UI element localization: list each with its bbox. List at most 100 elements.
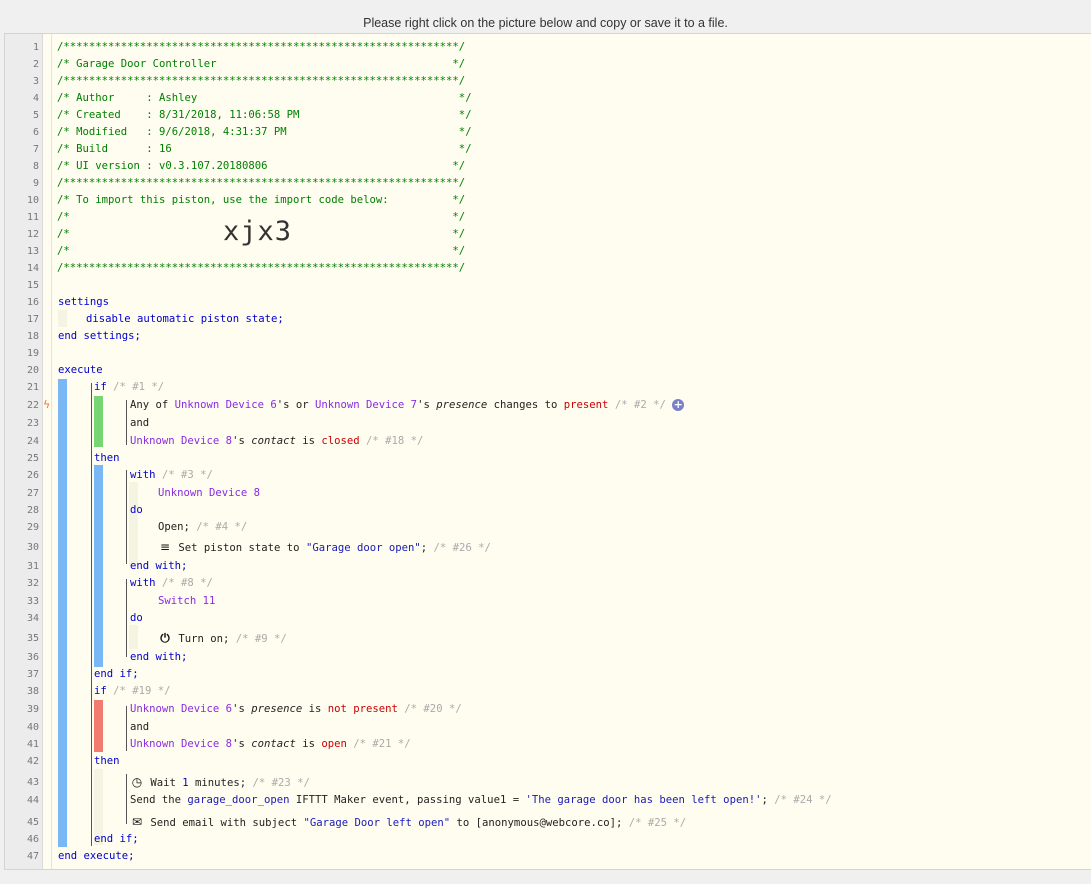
end-if-keyword: end if; xyxy=(94,668,139,680)
execute-keyword: execute xyxy=(58,364,103,376)
line-number: 29 xyxy=(26,522,39,533)
envelope-icon: ✉ xyxy=(131,815,143,829)
header-border: /***************************************… xyxy=(57,75,466,87)
line-number: 1 xyxy=(32,42,39,53)
line-number: 44 xyxy=(26,795,39,806)
line-number: 8 xyxy=(32,161,39,172)
open-command: Open; /* #4 */ xyxy=(158,521,248,533)
line-number: 43 xyxy=(26,777,39,788)
line-number: 17 xyxy=(26,314,39,325)
header-modified: /* Modified : 9/6/2018, 4:31:37 PM */ xyxy=(57,126,472,138)
line-number: 5 xyxy=(32,110,39,121)
line-number: 14 xyxy=(26,263,39,274)
line-number: 36 xyxy=(26,652,39,663)
if1-statement: if /* #1 */ xyxy=(94,381,165,393)
header-border: /***************************************… xyxy=(57,41,466,53)
line-number: 45 xyxy=(26,817,39,828)
condition-not-present: Unknown Device 6's presence is not prese… xyxy=(130,703,462,715)
with1-do-bar xyxy=(129,482,138,566)
line-number: 32 xyxy=(26,578,39,589)
turn-on-command: ⏻ Turn on; /* #9 */ xyxy=(158,631,287,646)
line-number: 25 xyxy=(26,453,39,464)
line-number: 47 xyxy=(26,851,39,862)
line-number: 4 xyxy=(32,93,39,104)
line-number: 34 xyxy=(26,613,39,624)
with2-do-bar xyxy=(129,625,138,649)
condition-contact-closed: Unknown Device 8's contact is closed /* … xyxy=(130,435,424,447)
lightning-icon: ϟ xyxy=(43,398,51,411)
condition-contact-open: Unknown Device 8's contact is open /* #2… xyxy=(130,738,411,750)
line-number: 21 xyxy=(26,382,39,393)
line-number: 9 xyxy=(32,178,39,189)
then-keyword: then xyxy=(94,755,120,767)
condition-presence: Any of Unknown Device 6's or Unknown Dev… xyxy=(130,398,685,411)
piston-code-view: 1 2 3 4 5 6 7 8 9 10 11 12 13 14 15 16 17 18 19 20 21 22 23 24 2… xyxy=(4,33,1091,870)
disable-setting: disable automatic piston state; xyxy=(86,313,284,325)
with2-device: Switch 11 xyxy=(158,595,216,607)
execute-block-bar xyxy=(58,379,67,847)
line-number: 15 xyxy=(26,280,39,291)
do-keyword: do xyxy=(130,504,143,516)
instruction-banner: Please right click on the picture below … xyxy=(363,16,728,30)
header-build: /* Build : 16 */ xyxy=(57,143,472,155)
line-number: 42 xyxy=(26,756,39,767)
end-execute-keyword: end execute; xyxy=(58,850,135,862)
line-number: 27 xyxy=(26,488,39,499)
line-number: 6 xyxy=(32,127,39,138)
add-condition-icon[interactable]: + xyxy=(672,399,685,411)
with1-bracket xyxy=(126,470,127,564)
line-number: 22 xyxy=(26,400,39,411)
line-number: 28 xyxy=(26,505,39,516)
line-number: 40 xyxy=(26,722,39,733)
if1-bracket xyxy=(91,383,92,846)
wait-command: ◷ Wait 1 minutes; /* #23 */ xyxy=(131,775,310,789)
end-with-keyword: end with; xyxy=(130,560,188,572)
line-number: 31 xyxy=(26,561,39,572)
header-border: /***************************************… xyxy=(57,262,466,274)
with2-bracket xyxy=(126,579,127,657)
if2-condition-bar xyxy=(94,700,103,752)
line-number: 30 xyxy=(26,542,39,553)
and-operator: and xyxy=(130,417,150,429)
end-settings-keyword: end settings; xyxy=(58,330,141,342)
header-created: /* Created : 8/31/2018, 11:06:58 PM */ xyxy=(57,109,472,121)
line-number: 37 xyxy=(26,669,39,680)
email-command: ✉ Send email with subject "Garage Door l… xyxy=(131,815,687,829)
line-number: 24 xyxy=(26,436,39,447)
power-icon: ⏻ xyxy=(160,631,170,645)
if2-statement: if /* #19 */ xyxy=(94,685,171,697)
line-number: 18 xyxy=(26,331,39,342)
with1-device: Unknown Device 8 xyxy=(158,487,261,499)
line-number: 26 xyxy=(26,470,39,481)
line-number: 35 xyxy=(26,633,39,644)
line-number: 7 xyxy=(32,144,39,155)
line-number: 38 xyxy=(26,686,39,697)
then2-bracket xyxy=(126,774,127,824)
line-number: 19 xyxy=(26,348,39,359)
line-number: 13 xyxy=(26,246,39,257)
with1-statement: with /* #3 */ xyxy=(130,469,213,481)
line-number: 46 xyxy=(26,834,39,845)
ifttt-command: Send the garage_door_open IFTTT Maker ev… xyxy=(130,794,832,806)
then-keyword: then xyxy=(94,452,120,464)
do-keyword: do xyxy=(130,612,143,624)
with2-statement: with /* #8 */ xyxy=(130,577,213,589)
end-with-keyword: end with; xyxy=(130,651,188,663)
line-number: 23 xyxy=(26,418,39,429)
cond2-bracket xyxy=(126,706,127,751)
line-number: 3 xyxy=(32,76,39,87)
clock-icon: ◷ xyxy=(131,775,143,789)
line-number: 20 xyxy=(26,365,39,376)
import-code: xjx3 xyxy=(223,216,293,247)
cond1-bracket xyxy=(126,400,127,445)
settings-block-bar xyxy=(58,310,67,327)
header-author: /* Author : Ashley */ xyxy=(57,92,472,104)
header-title: /* Garage Door Controller */ xyxy=(57,58,466,70)
if1-then-bar xyxy=(94,465,103,667)
line-number: 12 xyxy=(26,229,39,240)
if1-condition-bar xyxy=(94,396,103,447)
set-state-command: ≡ Set piston state to "Garage door open"… xyxy=(159,540,491,554)
end-if-keyword: end if; xyxy=(94,833,139,845)
list-icon: ≡ xyxy=(159,540,171,554)
line-number: 11 xyxy=(26,212,39,223)
